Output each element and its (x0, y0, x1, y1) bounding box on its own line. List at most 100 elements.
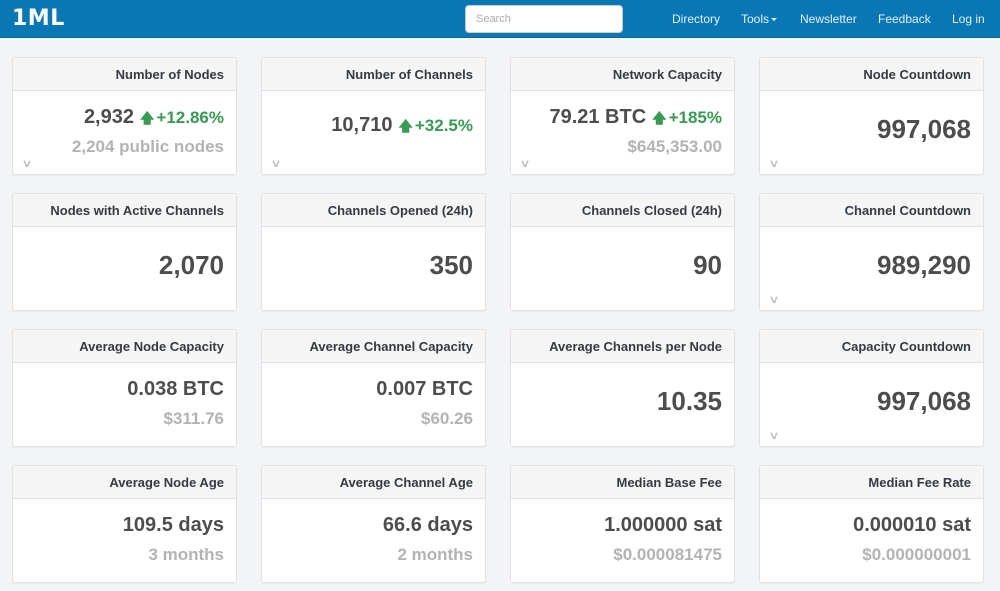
panel-body: 2,932 🡅 +12.86% 2,204 public nodes ∨ (13, 91, 236, 174)
panel-value: 0.007 BTC (376, 378, 473, 400)
search-input[interactable] (465, 5, 623, 33)
panel-avg-channels-per-node: Average Channels per Node 10.35 (510, 329, 735, 447)
value-text: 10,710 (331, 114, 393, 136)
panel-value: 0.000010 sat (853, 514, 971, 536)
panel-title: Average Channel Capacity (262, 330, 485, 363)
panel-title: Network Capacity (511, 58, 734, 91)
panel-subvalue: $0.000081475 (613, 545, 722, 564)
panel-nodes-active-channels: Nodes with Active Channels 2,070 (12, 193, 237, 311)
panel-title: Average Node Capacity (13, 330, 236, 363)
panel-subvalue: 2,204 public nodes (71, 137, 224, 156)
panel-value: 66.6 days (382, 514, 473, 536)
panel-value: 109.5 days (122, 514, 224, 536)
panel-value: 1.000000 sat (604, 514, 722, 536)
value-text: 2,932 (83, 106, 134, 128)
panel-title: Node Countdown (760, 58, 983, 91)
delta-badge: 🡅 +12.86% (140, 108, 224, 127)
panel-body: 989,290 ∨ (760, 227, 983, 310)
panel-value: 997,068 (877, 386, 971, 416)
chevron-down-icon[interactable]: ∨ (270, 157, 281, 170)
panel-body: 10.35 (511, 363, 734, 446)
panel-median-base-fee: Median Base Fee 1.000000 sat $0.00008147… (510, 465, 735, 583)
panel-value: 997,068 (877, 114, 971, 144)
panel-value: 350 (429, 250, 473, 280)
delta-text: +185% (668, 108, 722, 127)
caret-down-icon (771, 18, 778, 22)
delta-text: +12.86% (156, 108, 224, 127)
panel-number-of-channels: Number of Channels 10,710 🡅 +32.5% ∨ (261, 57, 486, 175)
nav-newsletter[interactable]: Newsletter (800, 12, 857, 26)
chevron-down-icon[interactable]: ∨ (768, 293, 779, 306)
panel-title: Channel Countdown (760, 194, 983, 227)
panel-body: 109.5 days 3 months (13, 499, 236, 582)
panel-avg-node-capacity: Average Node Capacity 0.038 BTC $311.76 (12, 329, 237, 447)
panel-subvalue: $60.26 (421, 409, 473, 428)
panel-avg-channel-age: Average Channel Age 66.6 days 2 months (261, 465, 486, 583)
panel-channel-countdown: Channel Countdown 989,290 ∨ (759, 193, 984, 311)
panel-value: 10.35 (656, 386, 722, 416)
panel-value: 10,710 🡅 +32.5% (331, 114, 473, 140)
chevron-down-icon[interactable]: ∨ (519, 157, 530, 170)
panel-subvalue: $645,353.00 (627, 137, 722, 156)
delta-badge: 🡅 +185% (652, 108, 722, 127)
panel-value: 79.21 BTC 🡅 +185% (549, 106, 722, 132)
panel-value: 989,290 (877, 250, 971, 280)
delta-badge: 🡅 +32.5% (398, 116, 473, 135)
nav-directory[interactable]: Directory (672, 12, 720, 26)
chevron-down-icon[interactable]: ∨ (21, 157, 32, 170)
panel-title: Average Channels per Node (511, 330, 734, 363)
panel-body: 10,710 🡅 +32.5% ∨ (262, 91, 485, 174)
panel-channels-opened: Channels Opened (24h) 350 (261, 193, 486, 311)
panel-body: 0.007 BTC $60.26 (262, 363, 485, 446)
panel-median-fee-rate: Median Fee Rate 0.000010 sat $0.00000000… (759, 465, 984, 583)
delta-text: +32.5% (414, 116, 473, 135)
nav-login[interactable]: Log in (952, 12, 985, 26)
panel-avg-node-age: Average Node Age 109.5 days 3 months (12, 465, 237, 583)
arrow-up-icon: 🡅 (398, 118, 413, 134)
panel-body: 997,068 ∨ (760, 363, 983, 446)
panel-node-countdown: Node Countdown 997,068 ∨ (759, 57, 984, 175)
panel-subvalue: 3 months (148, 545, 224, 564)
nav-tools[interactable]: Tools (741, 12, 778, 26)
navbar: 1ML Directory Tools Newsletter Feedback … (0, 0, 1000, 38)
panel-network-capacity: Network Capacity 79.21 BTC 🡅 +185% $645,35… (510, 57, 735, 175)
panel-title: Nodes with Active Channels (13, 194, 236, 227)
panel-subvalue: $0.000000001 (862, 545, 971, 564)
arrow-up-icon: 🡅 (140, 110, 155, 126)
panel-body: 997,068 ∨ (760, 91, 983, 174)
panel-subvalue: $311.76 (163, 409, 224, 428)
panel-body: 66.6 days 2 months (262, 499, 485, 582)
panel-title: Median Base Fee (511, 466, 734, 499)
panel-body: 90 (511, 227, 734, 310)
panel-value: 0.038 BTC (127, 378, 224, 400)
panel-title: Average Node Age (13, 466, 236, 499)
panel-subvalue: 2 months (397, 545, 473, 564)
panel-number-of-nodes: Number of Nodes 2,932 🡅 +12.86% 2,204 publ… (12, 57, 237, 175)
panel-value: 2,932 🡅 +12.86% (84, 106, 224, 132)
panel-avg-channel-capacity: Average Channel Capacity 0.007 BTC $60.2… (261, 329, 486, 447)
arrow-up-icon: 🡅 (652, 110, 667, 126)
panel-body: 0.000010 sat $0.000000001 (760, 499, 983, 582)
brand-logo[interactable]: 1ML (12, 6, 65, 31)
panel-body: 1.000000 sat $0.000081475 (511, 499, 734, 582)
panel-body: 2,070 (13, 227, 236, 310)
panel-value: 2,070 (158, 250, 224, 280)
panel-title: Average Channel Age (262, 466, 485, 499)
panel-capacity-countdown: Capacity Countdown 997,068 ∨ (759, 329, 984, 447)
value-text: 79.21 BTC (549, 106, 647, 128)
panel-body: 350 (262, 227, 485, 310)
chevron-down-icon[interactable]: ∨ (768, 429, 779, 442)
nav-feedback[interactable]: Feedback (878, 12, 931, 26)
panel-title: Median Fee Rate (760, 466, 983, 499)
panel-value: 90 (693, 250, 722, 280)
panel-title: Number of Channels (262, 58, 485, 91)
panel-body: 0.038 BTC $311.76 (13, 363, 236, 446)
panel-title: Capacity Countdown (760, 330, 983, 363)
chevron-down-icon[interactable]: ∨ (768, 157, 779, 170)
nav-tools-label: Tools (741, 12, 770, 26)
panel-channels-closed: Channels Closed (24h) 90 (510, 193, 735, 311)
panel-title: Channels Closed (24h) (511, 194, 734, 227)
panel-title: Number of Nodes (13, 58, 236, 91)
panel-title: Channels Opened (24h) (262, 194, 485, 227)
panel-body: 79.21 BTC 🡅 +185% $645,353.00 ∨ (511, 91, 734, 174)
